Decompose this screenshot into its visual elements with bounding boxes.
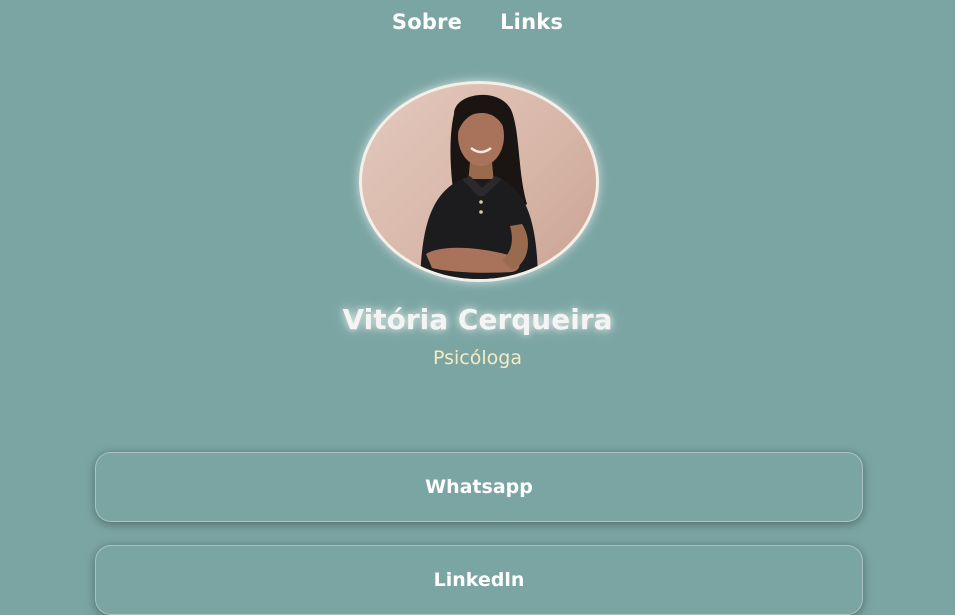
profile-role: Psicóloga bbox=[433, 347, 522, 369]
profile-name: Vitória Cerqueira bbox=[342, 303, 613, 336]
whatsapp-link-button[interactable]: Whatsapp bbox=[95, 452, 863, 522]
nav-link-links[interactable]: Links bbox=[500, 10, 563, 34]
profile-photo bbox=[420, 94, 540, 279]
nav-link-sobre[interactable]: Sobre bbox=[392, 10, 462, 34]
linkedin-link-button[interactable]: Linkedln bbox=[95, 545, 863, 615]
top-nav: Sobre Links bbox=[0, 10, 955, 34]
profile-avatar bbox=[359, 81, 599, 282]
